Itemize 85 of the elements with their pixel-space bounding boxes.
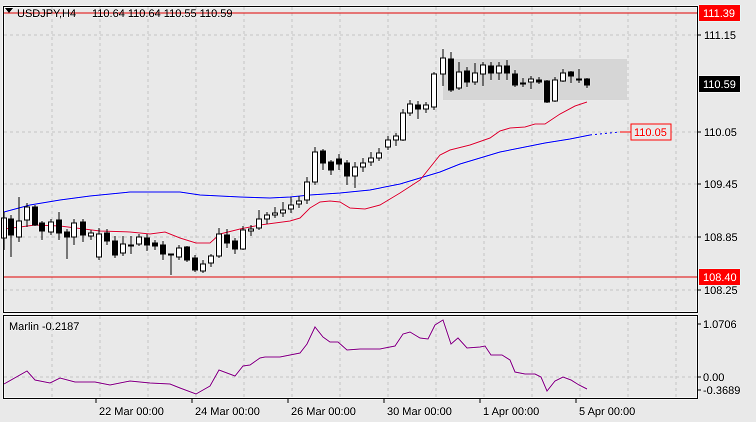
candlestick xyxy=(512,70,518,88)
candlestick xyxy=(256,210,262,230)
candlestick xyxy=(280,202,286,218)
candlestick xyxy=(104,228,110,246)
candlestick xyxy=(440,48,446,86)
candlestick xyxy=(320,148,326,170)
price-axis-label: 111.15 xyxy=(704,30,736,42)
candlestick xyxy=(431,72,437,110)
candlestick xyxy=(368,152,374,166)
candlestick xyxy=(336,154,342,170)
candlestick xyxy=(272,206,278,218)
candlestick xyxy=(464,66,470,88)
candlestick xyxy=(552,76,558,102)
time-axis-label: 1 Apr 00:00 xyxy=(483,406,540,418)
candlestick xyxy=(288,196,294,214)
candlestick xyxy=(472,62,478,86)
indicator-title: Marlin -0.2187 xyxy=(9,321,80,333)
dropdown-icon[interactable] xyxy=(5,8,13,13)
candlestick xyxy=(216,228,222,258)
price-axis-label: 109.45 xyxy=(704,179,738,191)
candlestick xyxy=(536,76,542,84)
candlestick xyxy=(448,52,454,92)
candlestick xyxy=(304,176,310,204)
indicator-axis-label: 0.00 xyxy=(703,372,724,384)
candlestick xyxy=(232,238,238,254)
candlestick xyxy=(496,62,502,80)
candlestick xyxy=(456,62,462,90)
candlestick xyxy=(120,236,126,256)
target-price-tag: 110.05 xyxy=(630,124,672,140)
candlestick xyxy=(312,146,318,186)
time-axis-label: 30 Mar 00:00 xyxy=(387,406,452,418)
candlestick xyxy=(128,236,134,254)
candlestick xyxy=(224,228,230,248)
candlestick xyxy=(415,100,421,120)
candlestick xyxy=(352,162,358,188)
candlestick xyxy=(504,60,510,80)
candlestick xyxy=(328,160,334,176)
candlestick xyxy=(264,212,270,224)
candlestick xyxy=(360,158,366,172)
candlestick xyxy=(544,80,550,104)
candlestick xyxy=(376,148,382,162)
candlestick xyxy=(112,236,118,258)
time-axis-label: 26 Mar 00:00 xyxy=(291,406,356,418)
candlestick xyxy=(152,240,158,250)
candlestick xyxy=(296,196,302,208)
candlestick xyxy=(48,218,54,236)
candlestick xyxy=(168,254,174,276)
candlestick xyxy=(192,254,198,272)
candlestick xyxy=(385,136,391,150)
candlestick xyxy=(576,68,582,84)
indicator-axis-label: 1.0706 xyxy=(703,319,737,331)
indicator-axis-label: -0.3689 xyxy=(703,385,740,397)
time-axis-label: 22 Mar 00:00 xyxy=(99,406,164,418)
candlestick xyxy=(344,160,350,186)
candlestick xyxy=(16,196,22,242)
candlestick xyxy=(88,230,94,240)
candlestick xyxy=(240,226,246,250)
candlestick xyxy=(24,202,30,228)
candlestick xyxy=(184,246,190,262)
candlestick xyxy=(96,228,102,260)
candlestick xyxy=(56,212,62,240)
candlestick xyxy=(136,234,142,246)
candlestick xyxy=(423,102,429,114)
time-axis-label: 5 Apr 00:00 xyxy=(579,406,636,418)
candlestick xyxy=(520,78,526,88)
candlestick xyxy=(208,254,214,268)
time-axis-label: 24 Mar 00:00 xyxy=(195,406,260,418)
candlestick xyxy=(176,244,182,260)
candlestick xyxy=(528,76,534,90)
candlestick xyxy=(144,234,150,252)
candlestick xyxy=(488,62,494,80)
candlestick xyxy=(560,68,566,82)
price-axis-label: 108.25 xyxy=(704,285,738,297)
candlestick xyxy=(248,224,254,236)
current-price-tag: 110.59 xyxy=(699,76,740,92)
price-axis-label: 108.85 xyxy=(704,232,738,244)
candlestick xyxy=(568,70,574,84)
candlestick xyxy=(480,62,486,86)
candlestick xyxy=(200,260,206,274)
candlestick xyxy=(160,240,166,260)
price-tag: 111.39 xyxy=(699,5,740,21)
candlestick xyxy=(584,78,590,88)
price-tag: 108.40 xyxy=(699,269,740,285)
candlestick xyxy=(80,218,86,242)
price-axis-label: 110.05 xyxy=(704,127,737,139)
